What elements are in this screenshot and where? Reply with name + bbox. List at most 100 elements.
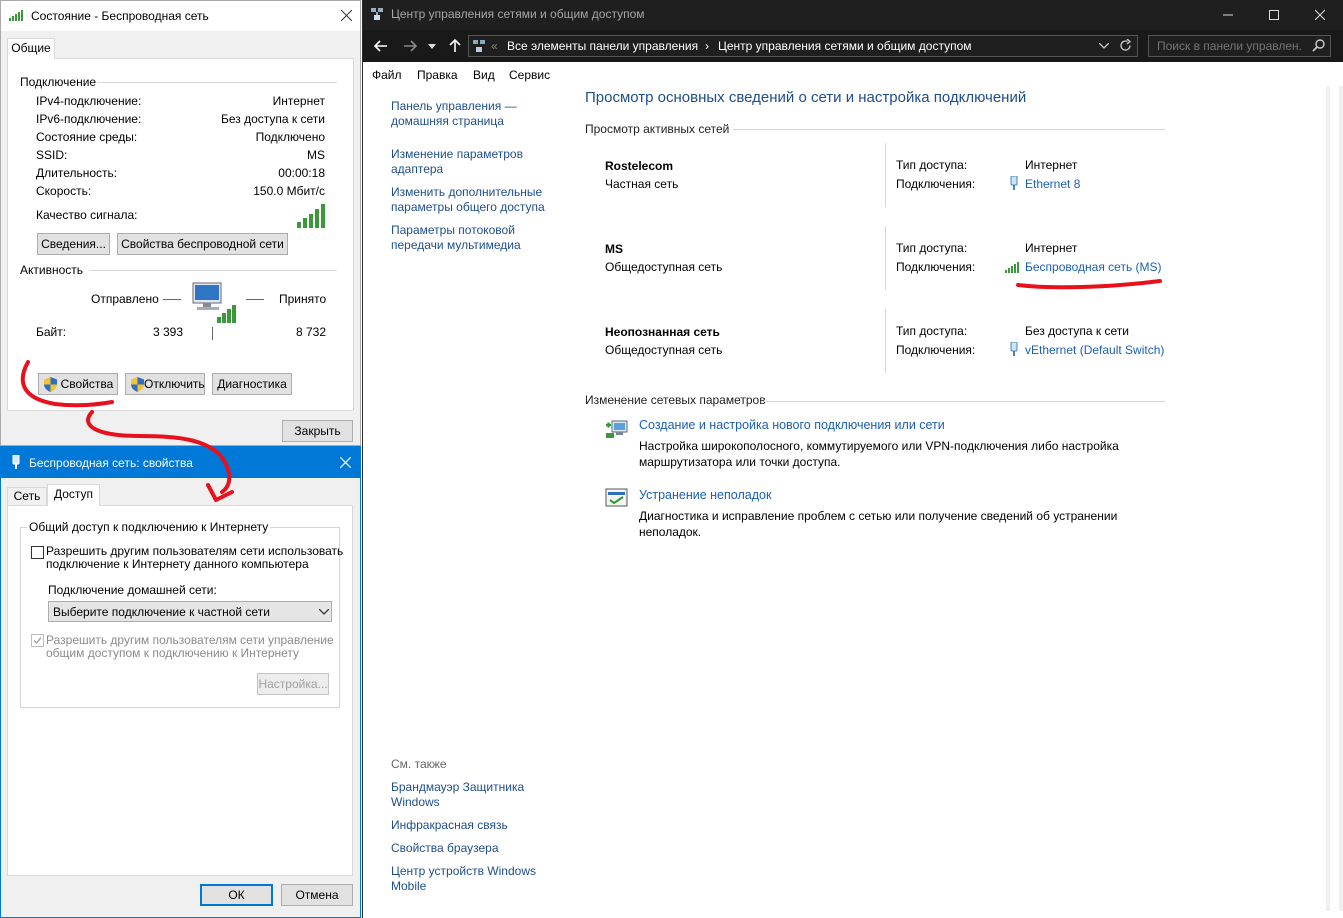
minimize-icon bbox=[1223, 14, 1233, 16]
search-box[interactable] bbox=[1148, 35, 1331, 57]
network-center-icon bbox=[371, 8, 383, 20]
tab-network[interactable]: Сеть bbox=[7, 487, 47, 506]
network-name: Неопознанная сеть bbox=[605, 325, 720, 339]
close-icon[interactable] bbox=[340, 457, 351, 468]
ipv6-label: IPv6-подключение: bbox=[36, 112, 142, 126]
nav-media-streaming-link[interactable]: Параметры потоковой передачи мультимедиа bbox=[391, 223, 521, 253]
task-troubleshoot-desc: Диагностика и исправление проблем с сеть… bbox=[639, 509, 1118, 539]
arrow-left-icon bbox=[373, 40, 387, 52]
ethernet-icon bbox=[1010, 176, 1018, 190]
speed-value: 150.0 Мбит/с bbox=[253, 184, 325, 198]
home-connection-select[interactable]: Выберите подключение к частной сети bbox=[48, 601, 332, 622]
network-category-link[interactable]: Частная сеть bbox=[605, 177, 678, 191]
menu-bar: Файл Правка Вид Сервис bbox=[363, 62, 1343, 86]
search-input[interactable] bbox=[1155, 38, 1305, 54]
access-type-label: Тип доступа: bbox=[896, 324, 968, 338]
breadcrumb-separator: › bbox=[705, 39, 709, 53]
up-button[interactable] bbox=[445, 36, 465, 56]
settings-button[interactable]: Настройка... bbox=[257, 673, 329, 695]
wireless-properties-dialog: Беспроводная сеть: свойства Сеть Доступ … bbox=[0, 446, 361, 918]
access-type-value: Без доступа к сети bbox=[1025, 324, 1129, 338]
divider bbox=[763, 401, 1165, 402]
scrollbar[interactable] bbox=[1326, 86, 1343, 911]
details-button[interactable]: Сведения... bbox=[37, 233, 110, 255]
refresh-icon[interactable] bbox=[1119, 39, 1132, 52]
connection-vethernet-link[interactable]: vEthernet (Default Switch) bbox=[1025, 343, 1164, 357]
network-category-link[interactable]: Общедоступная сеть bbox=[605, 343, 722, 357]
disable-button[interactable]: Отключить bbox=[125, 373, 205, 395]
task-new-connection-desc: Настройка широкополосного, коммутируемог… bbox=[639, 439, 1119, 469]
tab-sharing[interactable]: Доступ bbox=[47, 484, 100, 506]
chevron-down-icon bbox=[428, 44, 436, 49]
chevron-down-icon[interactable] bbox=[1099, 43, 1109, 50]
connection-wireless-link[interactable]: Беспроводная сеть (MS) bbox=[1025, 260, 1162, 274]
connections-label: Подключения: bbox=[896, 177, 976, 191]
scrollbar-thumb[interactable] bbox=[1330, 86, 1339, 911]
divider bbox=[885, 226, 886, 290]
wireless-properties-button[interactable]: Свойства беспроводной сети bbox=[117, 233, 288, 255]
breadcrumb-current[interactable]: Центр управления сетями и общим доступом bbox=[718, 39, 972, 53]
menu-tools[interactable]: Сервис bbox=[509, 68, 550, 82]
cancel-button[interactable]: Отмена bbox=[281, 884, 353, 906]
network-adapter-icon bbox=[12, 455, 20, 469]
diagnose-button[interactable]: Диагностика bbox=[212, 373, 292, 395]
allow-control-label[interactable]: Разрешить другим пользователям сети упра… bbox=[46, 634, 334, 660]
divider bbox=[212, 327, 213, 340]
bytes-sent-value: 3 393 bbox=[152, 325, 183, 339]
search-icon[interactable] bbox=[1312, 38, 1326, 52]
back-button[interactable] bbox=[371, 36, 391, 56]
ok-button[interactable]: ОК bbox=[200, 884, 273, 906]
see-also-browser-props-link[interactable]: Свойства браузера bbox=[391, 841, 499, 856]
nsc-window-title: Центр управления сетями и общим доступом bbox=[391, 7, 645, 21]
active-networks-header: Просмотр активных сетей bbox=[585, 122, 730, 136]
disable-button-label: Отключить bbox=[144, 377, 205, 391]
new-connection-icon bbox=[606, 420, 628, 438]
divider bbox=[885, 143, 886, 207]
arrow-up-icon bbox=[449, 38, 461, 52]
see-also-infrared-link[interactable]: Инфракрасная связь bbox=[391, 818, 508, 833]
ethernet-icon bbox=[1010, 342, 1018, 356]
close-window-button[interactable] bbox=[1297, 0, 1343, 30]
properties-button[interactable]: Свойства bbox=[38, 373, 118, 395]
see-also-mobile-center-link[interactable]: Центр устройств Windows Mobile bbox=[391, 864, 536, 894]
ssid-value: MS bbox=[307, 148, 325, 162]
maximize-button[interactable] bbox=[1251, 0, 1297, 30]
divider bbox=[89, 270, 337, 271]
task-troubleshoot-link[interactable]: Устранение неполадок bbox=[639, 488, 771, 502]
network-computers-icon bbox=[192, 282, 236, 323]
breadcrumb-all-items[interactable]: Все элементы панели управления bbox=[507, 39, 698, 53]
tab-general[interactable]: Общие bbox=[7, 38, 55, 59]
connections-label: Подключения: bbox=[896, 343, 976, 357]
divider bbox=[97, 82, 337, 83]
menu-view[interactable]: Вид bbox=[473, 68, 495, 82]
ipv6-value: Без доступа к сети bbox=[221, 112, 325, 126]
forward-button[interactable] bbox=[400, 36, 420, 56]
network-sharing-center-window: Центр управления сетями и общим доступом bbox=[362, 0, 1343, 918]
connections-label: Подключения: bbox=[896, 260, 976, 274]
nav-home-link[interactable]: Панель управления — домашняя страница bbox=[391, 99, 517, 129]
close-button[interactable]: Закрыть bbox=[282, 420, 353, 442]
divider bbox=[885, 309, 886, 373]
sent-label: Отправлено bbox=[91, 292, 159, 306]
allow-share-checkbox[interactable] bbox=[31, 546, 44, 559]
bytes-label: Байт: bbox=[36, 325, 67, 339]
recent-locations-button[interactable] bbox=[425, 36, 439, 56]
task-new-connection-link[interactable]: Создание и настройка нового подключения … bbox=[639, 418, 945, 432]
nav-adapter-settings-link[interactable]: Изменение параметров адаптера bbox=[391, 147, 523, 177]
connection-group-title: Подключение bbox=[20, 75, 101, 89]
menu-edit[interactable]: Правка bbox=[417, 68, 458, 82]
connection-ethernet8-link[interactable]: Ethernet 8 bbox=[1025, 177, 1080, 191]
minimize-button[interactable] bbox=[1205, 0, 1251, 30]
breadcrumb-overflow[interactable]: « bbox=[491, 39, 498, 53]
network-category-link[interactable]: Общедоступная сеть bbox=[605, 260, 722, 274]
menu-file[interactable]: Файл bbox=[372, 68, 402, 82]
page-title: Просмотр основных сведений о сети и наст… bbox=[585, 89, 1027, 106]
allow-control-checkbox[interactable] bbox=[31, 634, 44, 647]
allow-share-label[interactable]: Разрешить другим пользователям сети испо… bbox=[46, 545, 343, 571]
nav-advanced-sharing-link[interactable]: Изменить дополнительные параметры общего… bbox=[391, 185, 545, 215]
change-settings-header: Изменение сетевых параметров bbox=[585, 393, 766, 407]
network-name: Rostelecom bbox=[605, 159, 674, 173]
breadcrumb[interactable]: « Все элементы панели управления › Центр… bbox=[468, 35, 1138, 57]
close-icon[interactable] bbox=[341, 10, 352, 21]
see-also-firewall-link[interactable]: Брандмауэр Защитника Windows bbox=[391, 780, 524, 810]
